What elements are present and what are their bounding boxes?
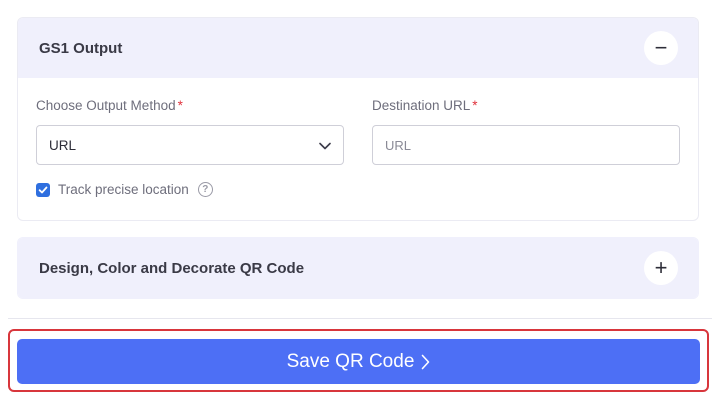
design-panel: Design, Color and Decorate QR Code + xyxy=(17,237,699,299)
design-header[interactable]: Design, Color and Decorate QR Code + xyxy=(18,238,698,298)
minus-icon: − xyxy=(654,35,668,60)
design-title: Design, Color and Decorate QR Code xyxy=(39,259,305,277)
track-location-label: Track precise location xyxy=(58,182,189,197)
gs1-output-panel: GS1 Output − Choose Output Method * Desti… xyxy=(17,17,699,221)
save-qr-code-button[interactable]: Save QR Code xyxy=(17,339,700,384)
chevron-down-icon xyxy=(319,138,331,153)
checkmark-icon xyxy=(38,186,48,193)
output-method-label: Choose Output Method * xyxy=(36,98,183,113)
required-marker: * xyxy=(472,98,478,113)
track-location-checkbox[interactable] xyxy=(36,182,50,197)
destination-url-label: Destination URL * xyxy=(372,98,478,113)
chevron-right-icon xyxy=(421,354,430,370)
output-method-select[interactable]: URL xyxy=(36,125,344,165)
gs1-output-header[interactable]: GS1 Output − xyxy=(18,18,698,78)
divider xyxy=(8,318,712,319)
save-button-label: Save QR Code xyxy=(286,350,415,372)
track-location-row: Track precise location ? xyxy=(36,182,213,197)
collapse-button[interactable]: − xyxy=(644,31,678,65)
output-method-value: URL xyxy=(49,137,77,153)
save-button-highlight: Save QR Code xyxy=(8,329,709,392)
destination-url-label-text: Destination URL xyxy=(372,98,471,113)
output-method-label-text: Choose Output Method xyxy=(36,98,176,113)
required-marker: * xyxy=(177,98,183,113)
plus-icon: + xyxy=(654,255,668,280)
gs1-output-body: Choose Output Method * Destination URL * U… xyxy=(18,78,698,220)
gs1-output-title: GS1 Output xyxy=(39,39,123,57)
destination-url-input[interactable] xyxy=(372,125,680,165)
help-icon[interactable]: ? xyxy=(197,182,213,197)
expand-button[interactable]: + xyxy=(644,251,678,285)
